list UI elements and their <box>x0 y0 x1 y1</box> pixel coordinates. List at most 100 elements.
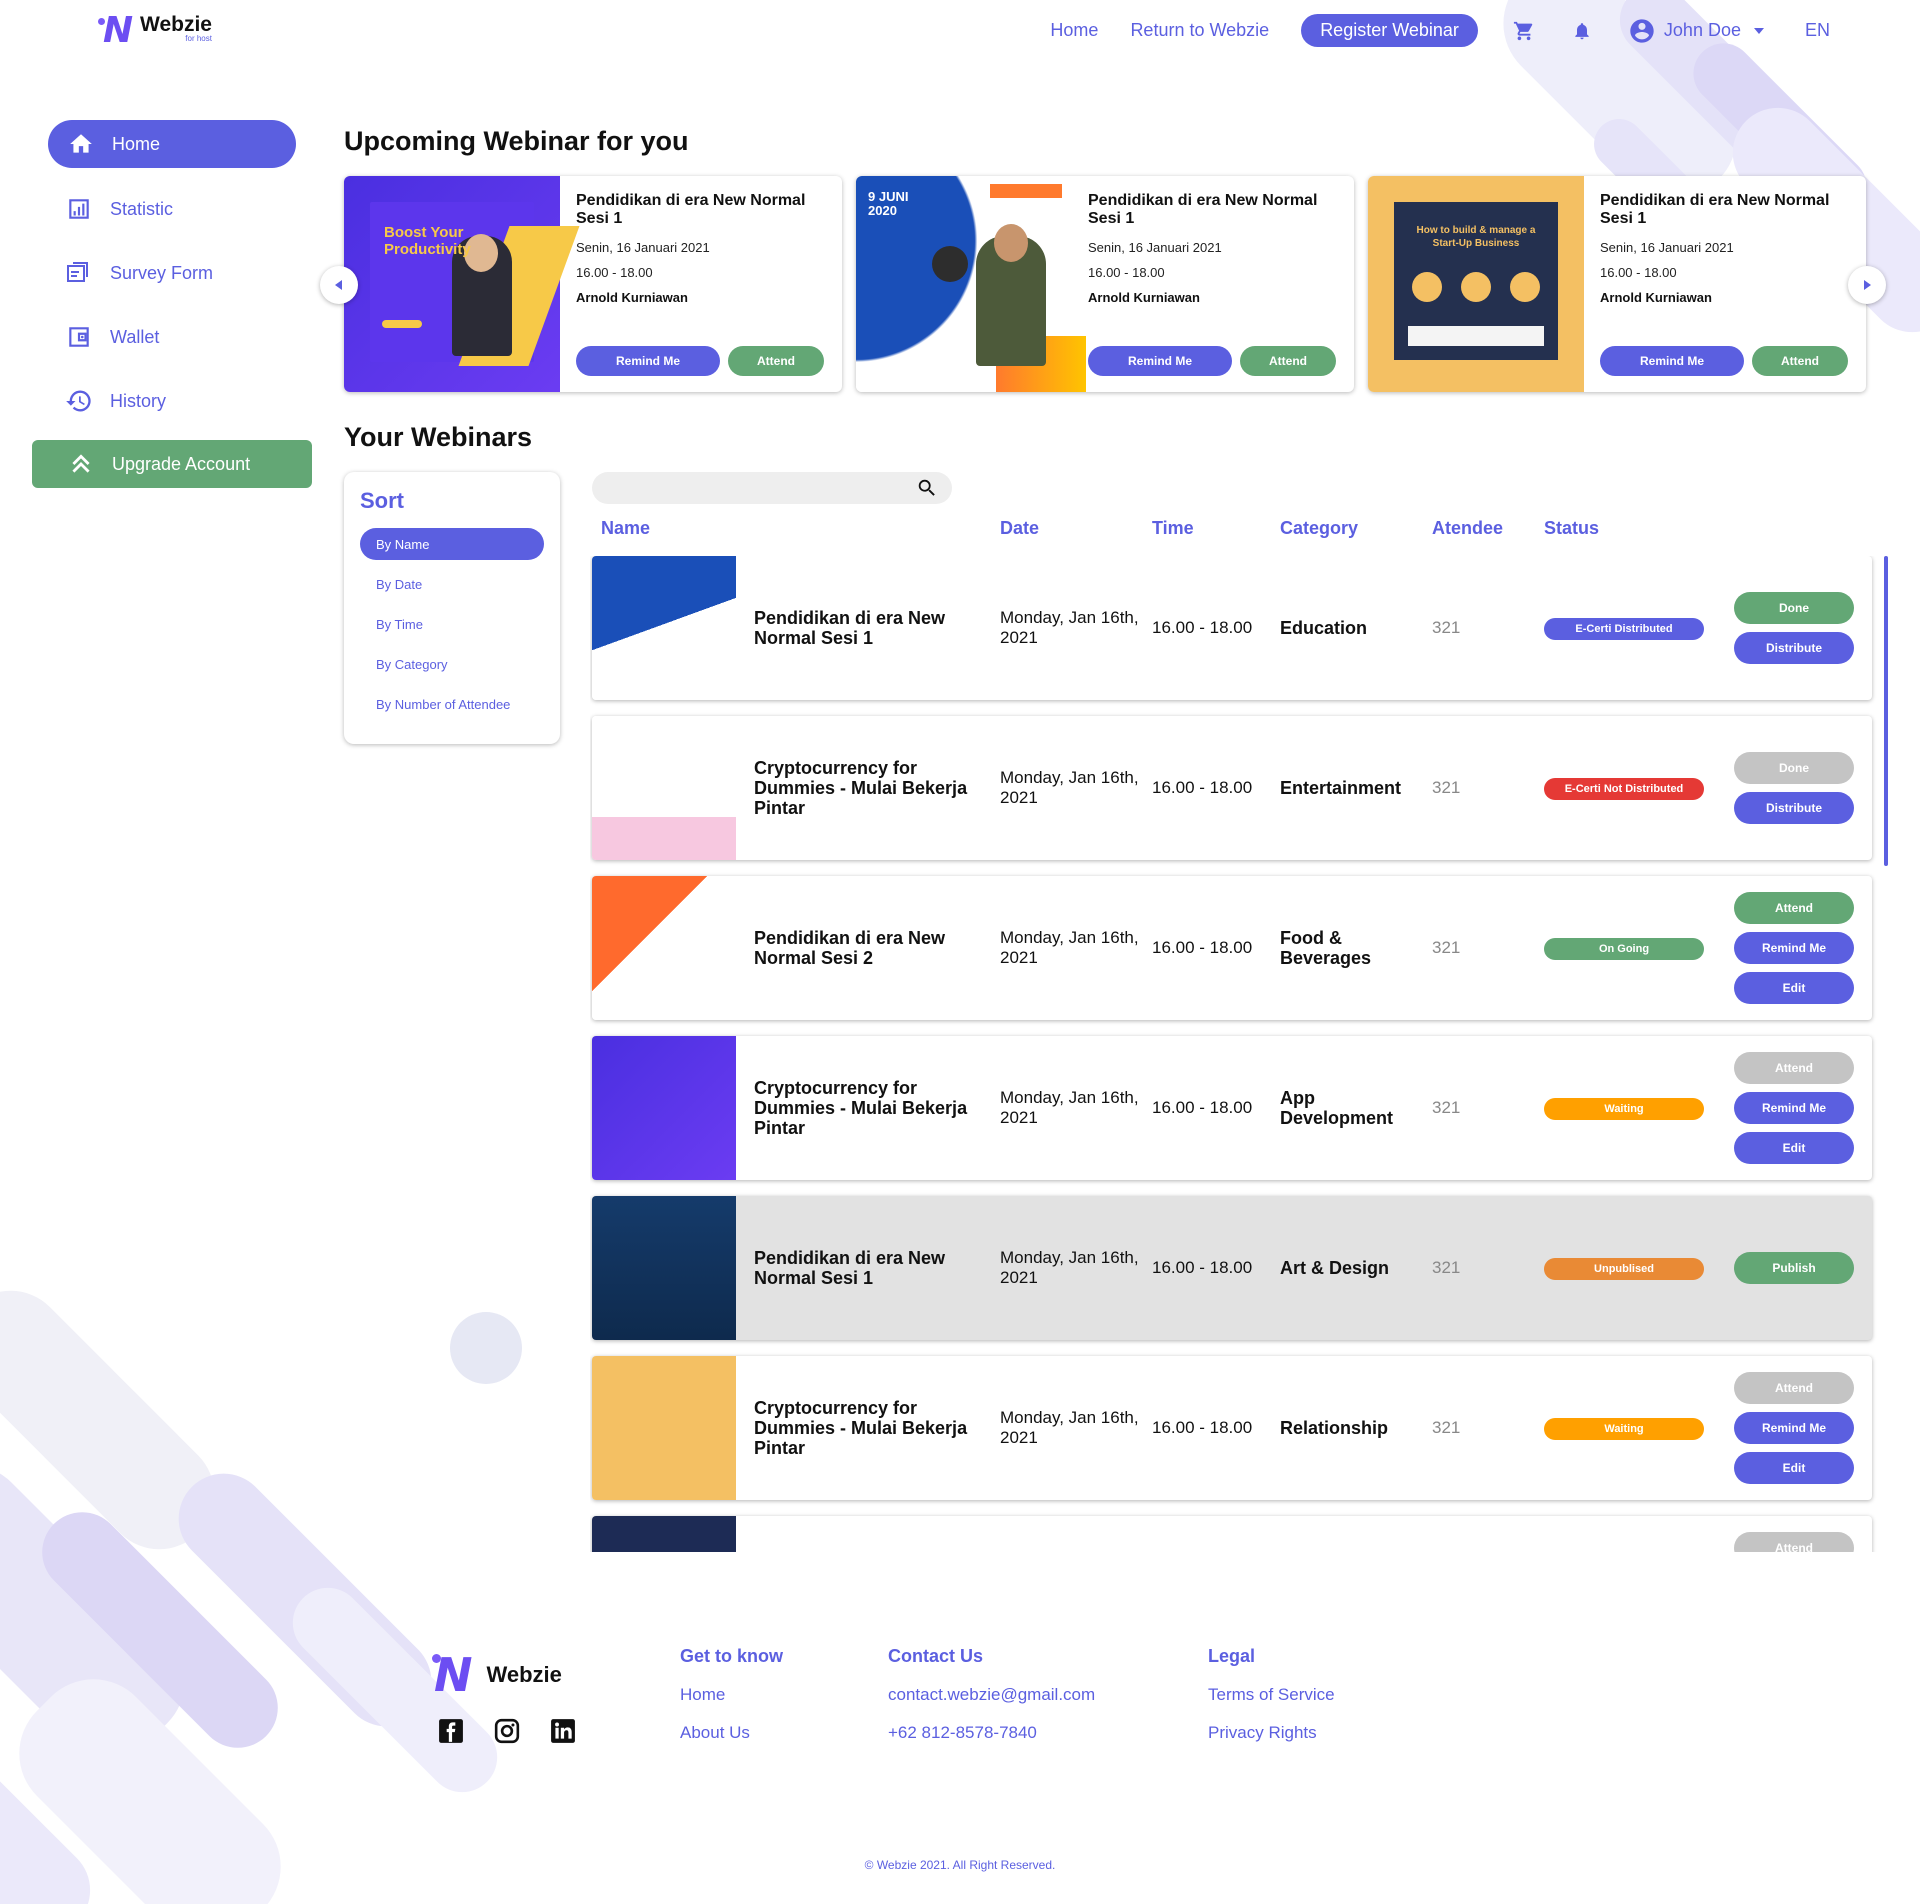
sort-by-attendee[interactable]: By Number of Attendee <box>360 688 544 720</box>
attend-button[interactable]: Attend <box>1734 892 1854 924</box>
sort-by-date[interactable]: By Date <box>360 568 544 600</box>
footer-link-about[interactable]: About Us <box>680 1723 783 1743</box>
attend-button[interactable]: Attend <box>728 346 824 376</box>
footer-link-home[interactable]: Home <box>680 1685 783 1705</box>
done-button[interactable]: Done <box>1734 592 1854 624</box>
bell-icon[interactable] <box>1570 19 1594 43</box>
list-scrollbar[interactable] <box>1884 556 1888 866</box>
remind-me-button[interactable]: Remind Me <box>1734 1092 1854 1124</box>
upcoming-card[interactable]: Boost Your Productivity Pendidikan di er… <box>344 176 842 392</box>
column-category[interactable]: Category <box>1280 518 1358 539</box>
sidebar-item-label: Survey Form <box>110 262 214 283</box>
remind-me-button[interactable]: Remind Me <box>576 346 720 376</box>
done-button[interactable]: Done <box>1734 752 1854 784</box>
remind-me-button[interactable]: Remind Me <box>1734 932 1854 964</box>
copyright: © Webzie 2021. All Right Reserved. <box>864 1858 1056 1872</box>
row-actions: Done Distribute <box>1734 556 1854 700</box>
chevron-down-icon <box>1753 27 1764 34</box>
webinar-name: Pendidikan di era New Normal Sesi 1 <box>754 608 946 648</box>
card-host: Arnold Kurniawan <box>1600 290 1712 305</box>
sort-by-time[interactable]: By Time <box>360 608 544 640</box>
table-row[interactable]: Cryptocurrency for Dummies - Mulai Beker… <box>592 716 1872 860</box>
search-icon[interactable] <box>916 477 938 499</box>
table-row[interactable]: Pendidikan di era New Normal Sesi 1 Monda… <box>592 1196 1872 1340</box>
chevron-right-icon <box>1864 280 1871 290</box>
table-row[interactable]: Pendidikan di era New Normal Sesi 1 Monda… <box>592 556 1872 700</box>
linkedin-icon[interactable] <box>550 1718 576 1744</box>
webinar-time: 16.00 - 18.00 <box>1152 938 1253 957</box>
footer-link-privacy[interactable]: Privacy Rights <box>1208 1723 1335 1743</box>
nav-return-link[interactable]: Return to Webzie <box>1130 20 1269 41</box>
search-input[interactable] <box>608 478 908 498</box>
column-name[interactable]: Name <box>601 518 650 539</box>
attend-button[interactable]: Attend <box>1752 346 1848 376</box>
cart-icon[interactable] <box>1512 19 1536 43</box>
table-row[interactable]: Cryptocurrency for Dummies - Mulai Beker… <box>592 1356 1872 1500</box>
edit-button[interactable]: Edit <box>1734 1132 1854 1164</box>
instagram-icon[interactable] <box>494 1718 520 1744</box>
remind-me-button[interactable]: Remind Me <box>1734 1412 1854 1444</box>
sidebar-item-home[interactable]: Home <box>48 120 296 168</box>
table-row[interactable]: Attend <box>592 1516 1872 1552</box>
status-badge: E-Certi Not Distributed <box>1544 778 1704 800</box>
sort-title: Sort <box>360 488 404 513</box>
column-time[interactable]: Time <box>1152 518 1194 539</box>
webinar-category <box>1280 1516 1430 1552</box>
register-webinar-button[interactable]: Register Webinar <box>1301 14 1478 47</box>
edit-button[interactable]: Edit <box>1734 1452 1854 1484</box>
footer-link-terms[interactable]: Terms of Service <box>1208 1685 1335 1705</box>
history-icon <box>64 386 94 416</box>
attend-button[interactable]: Attend <box>1734 1532 1854 1552</box>
carousel-next-button[interactable] <box>1848 266 1886 304</box>
facebook-icon[interactable] <box>438 1718 464 1744</box>
language-selector[interactable]: EN <box>1805 20 1830 41</box>
webinar-attendee-count: 321 <box>1432 1418 1461 1437</box>
card-time: 16.00 - 18.00 <box>576 265 653 280</box>
sort-by-category[interactable]: By Category <box>360 648 544 680</box>
table-row[interactable]: Cryptocurrency for Dummies - Mulai Beker… <box>592 1036 1872 1180</box>
sidebar-item-history[interactable]: History <box>64 386 166 416</box>
row-actions: Attend <box>1734 1516 1854 1552</box>
attend-button[interactable]: Attend <box>1734 1372 1854 1404</box>
upcoming-card[interactable]: 9 JUNI 2020 Pendidikan di era New Normal… <box>856 176 1354 392</box>
webinar-time: 16.00 - 18.00 <box>1152 1098 1253 1117</box>
distribute-button[interactable]: Distribute <box>1734 632 1854 664</box>
table-row[interactable]: Pendidikan di era New Normal Sesi 2 Monda… <box>592 876 1872 1020</box>
carousel-prev-button[interactable] <box>320 266 358 304</box>
card-title: Pendidikan di era New Normal Sesi 1 <box>1088 192 1318 227</box>
footer-logo[interactable]: N Webzie <box>432 1648 562 1702</box>
webinar-date <box>1000 1516 1140 1552</box>
remind-me-button[interactable]: Remind Me <box>1600 346 1744 376</box>
chevron-left-icon <box>335 280 342 290</box>
footer-link-phone[interactable]: +62 812-8578-7840 <box>888 1723 1095 1743</box>
footer-link-email[interactable]: contact.webzie@gmail.com <box>888 1685 1095 1705</box>
edit-button[interactable]: Edit <box>1734 972 1854 1004</box>
remind-me-button[interactable]: Remind Me <box>1088 346 1232 376</box>
brand-logo[interactable]: N Webzie for host <box>98 10 212 51</box>
search-bar <box>592 472 952 504</box>
card-host: Arnold Kurniawan <box>1088 290 1200 305</box>
webinar-date: Monday, Jan 16th, 2021 <box>1000 1088 1139 1127</box>
column-date[interactable]: Date <box>1000 518 1039 539</box>
nav-home-link[interactable]: Home <box>1050 20 1098 41</box>
card-date: Senin, 16 Januari 2021 <box>1088 240 1222 255</box>
publish-button[interactable]: Publish <box>1734 1252 1854 1284</box>
sort-by-name[interactable]: By Name <box>360 528 544 560</box>
webinar-name: Cryptocurrency for Dummies - Mulai Beker… <box>754 1078 968 1138</box>
column-status[interactable]: Status <box>1544 518 1599 539</box>
attend-button[interactable]: Attend <box>1240 346 1336 376</box>
sidebar-item-statistic[interactable]: Statistic <box>64 194 173 224</box>
user-menu[interactable]: John Doe <box>1628 17 1773 45</box>
sidebar-item-survey-form[interactable]: Survey Form <box>64 258 213 288</box>
social-links <box>438 1718 606 1744</box>
webinar-attendee-count: 321 <box>1432 938 1461 957</box>
upgrade-account-button[interactable]: Upgrade Account <box>32 440 312 488</box>
distribute-button[interactable]: Distribute <box>1734 792 1854 824</box>
attend-button[interactable]: Attend <box>1734 1052 1854 1084</box>
upcoming-card[interactable]: How to build & manage a Start-Up Busines… <box>1368 176 1866 392</box>
sidebar-item-wallet[interactable]: Wallet <box>64 322 159 352</box>
your-webinars-title: Your Webinars <box>344 422 533 452</box>
webinar-category: Food & Beverages <box>1280 928 1372 968</box>
column-attendee[interactable]: Atendee <box>1432 518 1503 539</box>
footer-brand-name: Webzie <box>486 1662 562 1687</box>
